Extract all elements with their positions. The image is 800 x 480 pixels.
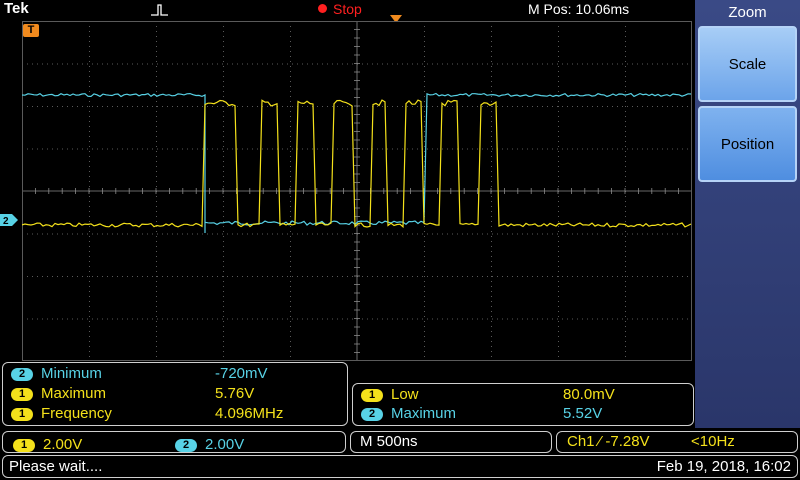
measurement-label: Minimum (41, 365, 102, 382)
ch1-scale-value: 2.00V (43, 436, 83, 453)
measurement-label: Maximum (41, 385, 107, 402)
measurement-label: Maximum (391, 405, 457, 422)
top-status-bar: Tek Stop M Pos: 10.06ms (0, 0, 695, 20)
measurement-value: 4.096MHz (215, 405, 284, 422)
trigger-time-marker[interactable]: T (23, 24, 39, 37)
measurement-row: 1 Maximum (11, 385, 106, 403)
ch2-badge: 2 (11, 368, 33, 381)
message-bar: Please wait.... Feb 19, 2018, 16:02 (2, 455, 798, 478)
waveform-display (22, 21, 692, 361)
measurement-value: 5.76V (215, 385, 255, 402)
ch2-badge: 2 (175, 439, 197, 452)
measurement-value: -720mV (215, 365, 268, 382)
channel-scales-box[interactable]: 1 2.00V 2 2.00V (2, 431, 346, 453)
zoom-scale-button[interactable]: Scale (698, 26, 797, 102)
measurement-row: 2 Maximum (361, 405, 456, 423)
trigger-frequency: <10Hz (691, 433, 735, 450)
ch2-ground-marker[interactable]: 2 (0, 214, 18, 226)
ch2-scale-value: 2.00V (205, 436, 245, 453)
measurements-panel-left[interactable]: 2 Minimum -720mV 1 Maximum 5.76V 1 Frequenc… (2, 362, 348, 426)
status-message: Please wait.... (9, 458, 103, 475)
measurement-label: Low (391, 386, 419, 403)
measurement-value: 5.52V (563, 405, 603, 422)
measurement-label: Frequency (41, 405, 112, 422)
svg-text:2: 2 (3, 216, 9, 226)
ch1-badge: 1 (11, 388, 33, 401)
timebase-box[interactable]: M 500ns (350, 431, 552, 453)
run-state-label: Stop (333, 1, 362, 17)
graticule-grid (22, 21, 692, 361)
zoom-position-button[interactable]: Position (698, 106, 797, 182)
measurements-panel-right[interactable]: 1 Low 80.0mV 2 Maximum 5.52V (352, 383, 694, 426)
ch2-scale[interactable]: 2 2.00V (175, 435, 244, 455)
horizontal-position-readout: M Pos: 10.06ms (528, 1, 630, 17)
date-time: Feb 19, 2018, 16:02 (656, 458, 791, 475)
ch2-badge: 2 (361, 408, 383, 421)
measurement-row: 1 Frequency (11, 405, 112, 423)
brand-logo: Tek (4, 0, 29, 17)
trigger-level: Ch1 ⁄ -7.28V (567, 433, 650, 450)
run-state-indicator: Stop (318, 1, 362, 17)
zoom-menu-title: Zoom (728, 4, 767, 21)
measurement-value: 80.0mV (563, 386, 615, 403)
timebase-value: M 500ns (360, 433, 418, 450)
ch1-scale[interactable]: 1 2.00V (13, 435, 82, 455)
trigger-type-icon (151, 4, 168, 16)
ch1-badge: 1 (13, 439, 35, 452)
ch1-badge: 1 (361, 389, 383, 402)
measurement-row: 2 Minimum (11, 365, 102, 383)
measurement-row: 1 Low (361, 386, 419, 404)
trigger-box[interactable]: Ch1 ⁄ -7.28V <10Hz (556, 431, 798, 453)
ch1-badge: 1 (11, 408, 33, 421)
zoom-side-menu: Zoom Scale Position (695, 0, 800, 428)
stop-dot-icon (318, 4, 327, 13)
